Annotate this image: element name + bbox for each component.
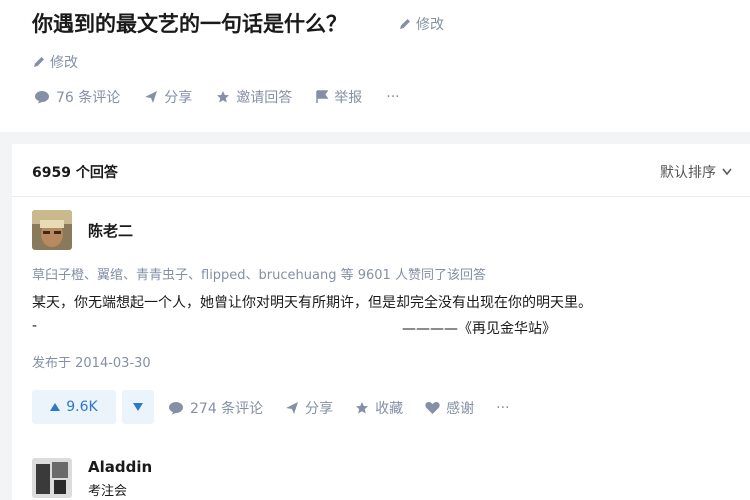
content-dash: -: [32, 318, 38, 334]
answer-more-button[interactable]: ···: [496, 400, 509, 416]
author-name[interactable]: 陈老二: [88, 220, 133, 241]
report-label: 举报: [334, 90, 363, 106]
thanks-button[interactable]: 感谢: [425, 398, 474, 418]
downvote-button[interactable]: [122, 390, 154, 424]
avatar[interactable]: [32, 458, 72, 498]
triangle-up-icon: [50, 403, 61, 411]
invite-label: 邀请回答: [236, 90, 293, 106]
heart-icon: [425, 401, 440, 415]
answer-comments-label: 274 条评论: [190, 401, 264, 417]
avatar[interactable]: [32, 210, 72, 250]
edit-title-label: 修改: [416, 17, 444, 33]
triangle-down-icon: [133, 403, 143, 411]
answer-actions: 274 条评论 分享 收藏 感谢 ···: [168, 398, 532, 418]
author-name[interactable]: Aladdin: [88, 458, 152, 476]
upvote-button[interactable]: 9.6K: [32, 390, 116, 424]
collect-button[interactable]: 收藏: [355, 398, 403, 418]
comment-icon: [34, 90, 50, 104]
flag-icon: [316, 90, 329, 104]
pencil-icon: [32, 55, 46, 69]
comments-label: 76 条评论: [56, 90, 121, 106]
star-icon: [355, 401, 369, 415]
edit-title-button[interactable]: 修改: [398, 14, 444, 34]
answers-card: 6959 个回答 默认排序 陈老二 草臼子橙、翼绾、青青虫子、flipped、b…: [12, 144, 750, 500]
question-title: 你遇到的最文艺的一句话是什么？: [32, 12, 347, 36]
more-icon: ···: [496, 400, 510, 416]
answer-comments-button[interactable]: 274 条评论: [168, 398, 263, 418]
answer-content: 某天，你无端想起一个人，她曾让你对明天有所期许，但是却完全没有出现在你的明天里。: [32, 295, 592, 311]
voters-line[interactable]: 草臼子橙、翼绾、青青虫子、flipped、brucehuang 等 9601 人…: [32, 264, 486, 283]
question-card: 你遇到的最文艺的一句话是什么？ 修改 修改 76 条评论 分享 邀请回答 举报 …: [0, 0, 750, 132]
vote-count: 9.6K: [66, 399, 98, 415]
share-button[interactable]: 分享: [144, 87, 192, 107]
answer-count: 6959 个回答: [32, 165, 118, 181]
author-headline: 考注会: [88, 484, 128, 499]
more-button[interactable]: ···: [386, 89, 399, 105]
answer-share-button[interactable]: 分享: [285, 398, 333, 418]
edit-question-label: 修改: [50, 55, 78, 71]
collect-label: 收藏: [375, 401, 404, 417]
sort-label: 默认排序: [660, 165, 716, 181]
content-source: ————《再见金华站》: [402, 321, 556, 337]
comments-button[interactable]: 76 条评论: [34, 87, 120, 107]
more-icon: ···: [386, 89, 400, 105]
share-icon: [144, 90, 158, 104]
share-label: 分享: [164, 90, 193, 106]
question-actions: 76 条评论 分享 邀请回答 举报 ···: [34, 87, 424, 107]
chevron-down-icon: [722, 168, 732, 176]
divider: [12, 196, 750, 197]
star-icon: [216, 90, 230, 104]
comment-icon: [168, 401, 184, 415]
edit-question-button[interactable]: 修改: [32, 52, 78, 72]
thanks-label: 感谢: [446, 401, 475, 417]
sort-dropdown[interactable]: 默认排序: [660, 162, 732, 182]
answer-share-label: 分享: [305, 401, 334, 417]
publish-date[interactable]: 发布于 2014-03-30: [32, 352, 151, 371]
invite-button[interactable]: 邀请回答: [216, 87, 292, 107]
report-button[interactable]: 举报: [316, 87, 362, 107]
share-icon: [285, 401, 299, 415]
pencil-icon: [398, 17, 412, 31]
